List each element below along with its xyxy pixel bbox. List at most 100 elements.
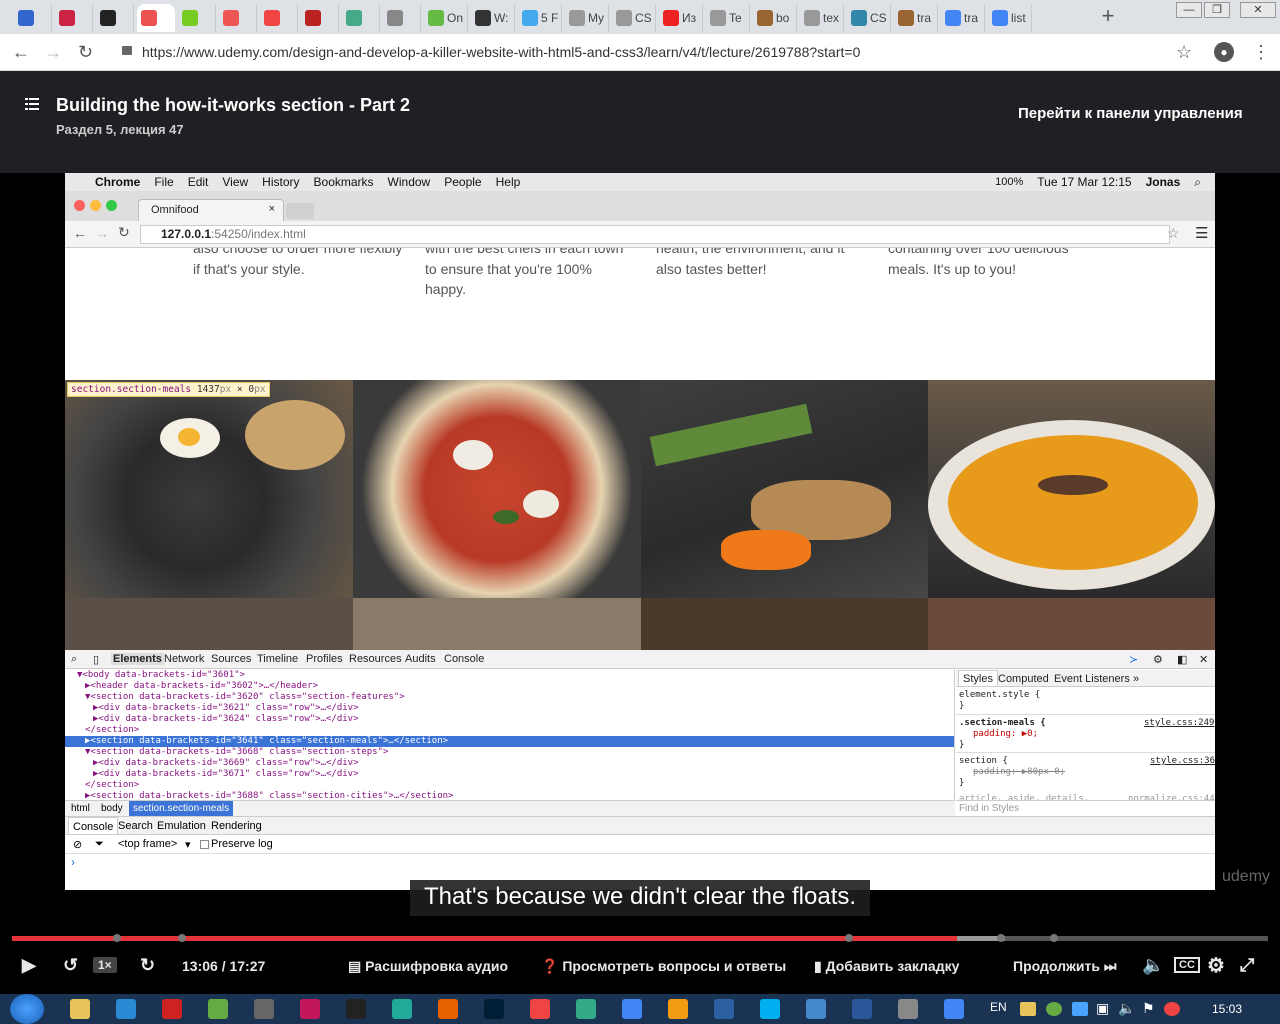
rule-declaration[interactable]: padding: ▶0;	[973, 729, 1038, 739]
dashboard-link[interactable]: Перейти к панели управления	[1018, 105, 1243, 122]
forward-icon[interactable]: →	[44, 42, 62, 63]
tray-icon[interactable]	[1020, 1002, 1036, 1016]
tray-icon[interactable]	[1072, 1002, 1088, 1016]
fullscreen-icon[interactable]: ⤢	[1240, 955, 1254, 976]
dom-node-selected[interactable]: ▶<section data-brackets-id="3641" class=…	[65, 736, 954, 747]
browser-tab[interactable]: W:	[471, 4, 515, 32]
browser-tab[interactable]: Te	[706, 4, 750, 32]
browser-tab[interactable]: bo	[753, 4, 797, 32]
play-icon[interactable]: ▶	[22, 955, 36, 976]
continue-button[interactable]: Продолжить ⏭	[1013, 958, 1116, 975]
dom-node[interactable]: ▶<header data-brackets-id="3602">…</head…	[65, 681, 954, 692]
browser-tab[interactable]: Из	[659, 4, 703, 32]
browser-tab[interactable]	[342, 4, 380, 32]
taskbar-app-icon[interactable]	[576, 999, 596, 1019]
dom-node[interactable]: ▶<div data-brackets-id="3621" class="row…	[65, 703, 954, 714]
volume-tray-icon[interactable]: 🔈	[1118, 1000, 1135, 1017]
start-button[interactable]	[10, 994, 44, 1024]
breadcrumb-item-active[interactable]: section.section-meals	[129, 801, 234, 816]
taskbar-app-icon[interactable]	[714, 999, 734, 1019]
preserve-log-checkbox[interactable]	[200, 840, 209, 849]
browser-tab[interactable]: 5 F	[518, 4, 562, 32]
browser-tab[interactable]: list	[988, 4, 1032, 32]
dom-node[interactable]: ▼<body data-brackets-id="3601">	[65, 670, 954, 681]
rule-declaration-overridden[interactable]: padding: ▶80px 0;	[973, 767, 1065, 777]
rule-source[interactable]: style.css:249	[1144, 718, 1214, 728]
bookmark-marker[interactable]	[1050, 934, 1058, 942]
profile-icon[interactable]: ●	[1214, 42, 1234, 62]
word-icon[interactable]	[852, 999, 872, 1019]
taskbar-app-icon[interactable]	[162, 999, 182, 1019]
bookmark-star-icon[interactable]: ☆	[1176, 42, 1192, 63]
browser-tab[interactable]: CS	[612, 4, 656, 32]
drawer-tab-emulation[interactable]: Emulation	[157, 820, 206, 832]
console-prompt[interactable]: ›	[71, 855, 75, 869]
explorer-icon[interactable]	[70, 999, 90, 1019]
browser-tab[interactable]	[137, 4, 175, 32]
dom-node[interactable]: ▼<section data-brackets-id="3668" class=…	[65, 747, 954, 758]
forward-icon[interactable]: ↻	[140, 955, 155, 976]
bookmark-marker[interactable]	[178, 934, 186, 942]
taskbar-app-icon[interactable]	[254, 999, 274, 1019]
frame-select[interactable]: <top frame>	[118, 838, 177, 850]
browser-tab[interactable]	[301, 4, 339, 32]
maximize-button[interactable]: ❐	[1204, 2, 1230, 18]
browser-tab[interactable]: On	[424, 4, 468, 32]
browser-tab[interactable]	[383, 4, 421, 32]
dom-node[interactable]: ▶<div data-brackets-id="3671" class="row…	[65, 769, 954, 780]
browser-tab[interactable]: tra	[941, 4, 985, 32]
reload-icon[interactable]: ↻	[78, 42, 93, 63]
browser-tab[interactable]	[14, 4, 52, 32]
firefox-icon[interactable]	[438, 999, 458, 1019]
intellij-icon[interactable]	[346, 999, 366, 1019]
url-field[interactable]: https://www.udemy.com/design-and-develop…	[118, 40, 1208, 65]
styles-tab[interactable]: Styles	[958, 670, 998, 687]
browser-tab[interactable]	[96, 4, 134, 32]
browser-tab[interactable]: tex	[800, 4, 844, 32]
taskbar-app-icon[interactable]	[392, 999, 412, 1019]
devtools-tab-resources[interactable]: Resources	[349, 653, 402, 665]
frame-dropdown-icon[interactable]: ▾	[185, 838, 191, 851]
browser-tab[interactable]: My	[565, 4, 609, 32]
new-tab-button[interactable]: +	[1094, 5, 1122, 29]
devtools-close-icon[interactable]: ✕	[1199, 653, 1208, 666]
drawer-toggle-icon[interactable]: ≻	[1129, 653, 1138, 666]
devtools-tab-console[interactable]: Console	[444, 653, 484, 665]
close-window-button[interactable]: ✕	[1240, 2, 1276, 18]
dom-node[interactable]: ▼<section data-brackets-id="3620" class=…	[65, 692, 954, 703]
bookmark-marker[interactable]	[113, 934, 121, 942]
clear-console-icon[interactable]: ⊘	[73, 838, 82, 851]
bookmark-marker[interactable]	[845, 934, 853, 942]
minimize-button[interactable]: —	[1176, 2, 1202, 18]
browser-tab[interactable]: CS	[847, 4, 891, 32]
bookmark-marker[interactable]	[997, 934, 1005, 942]
find-in-styles-input[interactable]: Find in Styles	[956, 800, 1215, 816]
android-icon[interactable]	[208, 999, 228, 1019]
add-bookmark-button[interactable]: ▮ Добавить закладку	[814, 958, 959, 975]
browser-tab[interactable]: tra	[894, 4, 938, 32]
taskbar-app-icon[interactable]	[530, 999, 550, 1019]
volume-icon[interactable]: 🔈	[1142, 955, 1164, 976]
dom-node[interactable]: ▶<section data-brackets-id="3688" class=…	[65, 791, 954, 800]
chrome-icon[interactable]	[622, 999, 642, 1019]
computed-tab[interactable]: Computed	[998, 673, 1049, 685]
taskbar-app-icon[interactable]	[806, 999, 826, 1019]
tray-icon[interactable]	[1164, 1002, 1180, 1016]
curriculum-menu-icon[interactable]	[25, 98, 39, 110]
browser-tab[interactable]	[55, 4, 93, 32]
sublime-icon[interactable]	[668, 999, 688, 1019]
dom-node[interactable]: ▶<div data-brackets-id="3669" class="row…	[65, 758, 954, 769]
back-icon[interactable]: ←	[12, 42, 30, 63]
qa-button[interactable]: ❓ Просмотреть вопросы и ответы	[541, 958, 786, 975]
breadcrumb-item[interactable]: html	[71, 803, 90, 814]
taskbar-app-icon[interactable]	[116, 999, 136, 1019]
rewind-icon[interactable]: ↺	[63, 955, 78, 976]
browser-tab[interactable]	[219, 4, 257, 32]
taskbar-app-icon[interactable]	[300, 999, 320, 1019]
photoshop-icon[interactable]	[484, 999, 504, 1019]
devtools-search-icon[interactable]: ⌕	[71, 653, 77, 666]
devtools-tab-timeline[interactable]: Timeline	[257, 653, 298, 665]
captions-button[interactable]: CC	[1174, 957, 1200, 973]
transcript-button[interactable]: ▤ Расшифровка аудио	[348, 958, 508, 975]
drawer-tab-search[interactable]: Search	[118, 820, 153, 832]
